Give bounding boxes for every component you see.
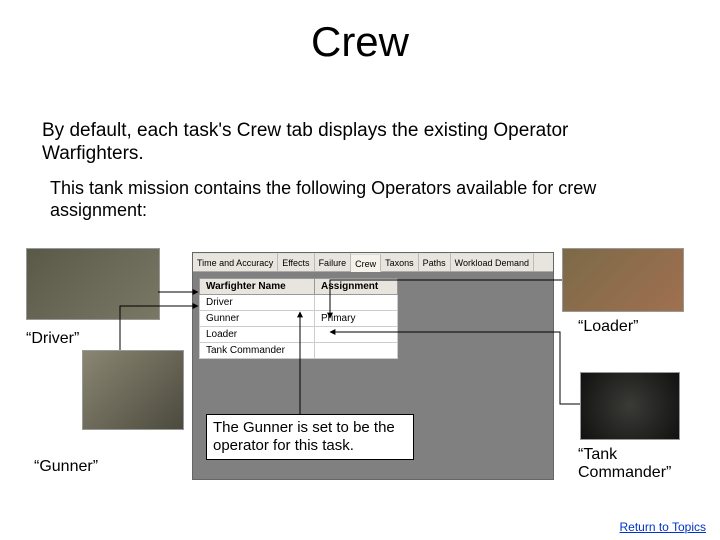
photo-tank-commander (580, 372, 680, 440)
photo-loader (562, 248, 684, 312)
return-to-topics-link[interactable]: Return to Topics (620, 520, 707, 534)
table-row[interactable]: Loader (200, 327, 398, 343)
cell-assignment (315, 343, 398, 359)
intro-paragraph-1: By default, each task's Crew tab display… (42, 120, 642, 166)
cell-warfighter: Tank Commander (200, 343, 315, 359)
table-row[interactable]: Gunner Primary (200, 311, 398, 327)
tab-taxons[interactable]: Taxons (381, 253, 419, 271)
tab-effects[interactable]: Effects (278, 253, 314, 271)
intro-paragraph-2: This tank mission contains the following… (50, 178, 650, 221)
tab-failure[interactable]: Failure (315, 253, 352, 271)
tab-strip: Time and Accuracy Effects Failure Crew T… (193, 253, 553, 272)
cell-warfighter: Driver (200, 295, 315, 311)
slide-title: Crew (0, 18, 720, 66)
cell-warfighter: Loader (200, 327, 315, 343)
caption-loader: “Loader” (578, 318, 638, 336)
crew-table: Warfighter Name Assignment Driver Gunner… (199, 278, 398, 359)
cell-assignment (315, 327, 398, 343)
photo-driver (26, 248, 160, 320)
table-row[interactable]: Driver (200, 295, 398, 311)
tab-workload-demand[interactable]: Workload Demand (451, 253, 534, 271)
caption-gunner: “Gunner” (34, 458, 98, 476)
cell-assignment: Primary (315, 311, 398, 327)
tab-paths[interactable]: Paths (419, 253, 451, 271)
caption-tank-commander: “Tank Commander” (578, 446, 688, 482)
crew-table-header-name: Warfighter Name (200, 279, 315, 295)
tab-time-accuracy[interactable]: Time and Accuracy (193, 253, 278, 271)
crew-table-header-assignment: Assignment (315, 279, 398, 295)
tab-crew[interactable]: Crew (351, 254, 381, 272)
callout-gunner-operator: The Gunner is set to be the operator for… (206, 414, 414, 460)
caption-driver: “Driver” (26, 330, 79, 348)
cell-assignment (315, 295, 398, 311)
table-row[interactable]: Tank Commander (200, 343, 398, 359)
cell-warfighter: Gunner (200, 311, 315, 327)
photo-gunner (82, 350, 184, 430)
